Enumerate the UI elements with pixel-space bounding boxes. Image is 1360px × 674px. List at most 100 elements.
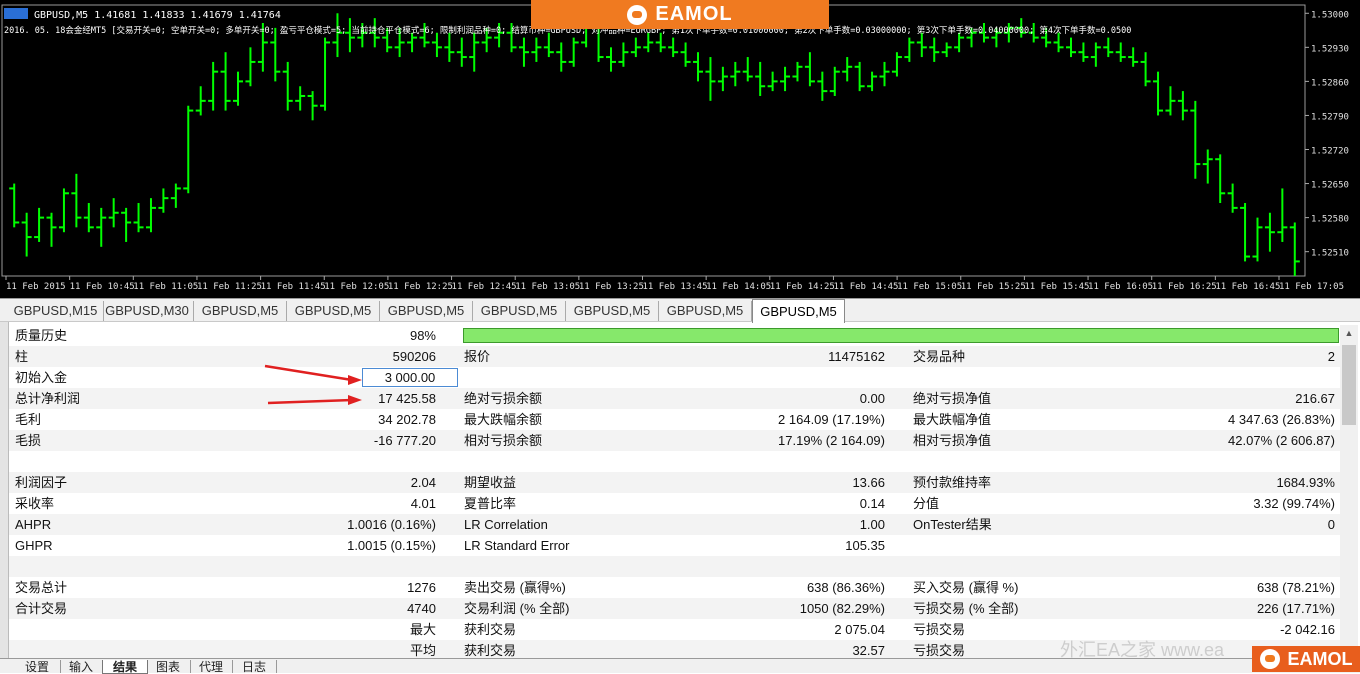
quality-label: 质量历史: [15, 328, 68, 343]
price-label: 1.52930: [1311, 44, 1349, 54]
chart-tab-6[interactable]: GBPUSD,M5: [473, 301, 566, 321]
lr-std-error-value: 105.35: [845, 538, 885, 553]
time-label: 11 Feb 14:25: [770, 282, 835, 292]
scroll-up-icon[interactable]: ▲: [1340, 325, 1358, 341]
price-bar: [767, 71, 778, 92]
loss-trades-label: 亏损交易 (% 全部): [913, 601, 1019, 616]
time-label: 11 Feb 13:45: [643, 282, 708, 292]
gross-profit-label: 毛利: [15, 412, 42, 427]
price-bar: [717, 66, 728, 92]
bottom-tab-6[interactable]: 日志: [232, 660, 277, 674]
price-bar: [1078, 42, 1089, 62]
ahpr-value: 1.0016 (0.16%): [347, 517, 436, 532]
chart-tab-4[interactable]: GBPUSD,M5: [287, 301, 380, 321]
gross-loss-value: -16 777.20: [373, 433, 436, 448]
price-bar: [183, 105, 194, 194]
price-bar: [842, 57, 853, 82]
price-chart[interactable]: 1.53000 1.52930 1.52860 1.52790 1.52720 1.526…: [0, 0, 1360, 298]
price-label: 1.52580: [1311, 215, 1349, 225]
price-bar: [730, 61, 741, 87]
net-profit-value: 17 425.58: [378, 391, 436, 406]
price-bar: [195, 86, 206, 116]
price-bar: [295, 86, 306, 111]
chart-tab-8[interactable]: GBPUSD,M5: [659, 301, 752, 321]
price-bar: [108, 198, 119, 228]
price-bar: [444, 32, 455, 62]
price-bar: [1177, 91, 1188, 121]
time-label: 11 Feb 13:05: [515, 282, 580, 292]
gross-profit-value: 34 202.78: [378, 412, 436, 427]
price-bar: [208, 61, 219, 111]
row-spacer-1: [9, 451, 1340, 472]
chart-tab-1[interactable]: GBPUSD,M15: [8, 301, 104, 321]
chart-tab-7[interactable]: GBPUSD,M5: [566, 301, 659, 321]
time-label: 11 Feb 15:25: [961, 282, 1026, 292]
row-bars: 柱 590206 报价 11475162 交易品种 2: [9, 346, 1340, 367]
bottom-tab-2[interactable]: 输入: [60, 660, 103, 674]
price-bar: [1115, 42, 1126, 62]
bottom-tab-5[interactable]: 代理: [190, 660, 233, 674]
lr-std-error-label: LR Standard Error: [464, 538, 570, 553]
net-profit-label: 总计净利润: [15, 391, 81, 406]
ticks-value: 11475162: [828, 349, 885, 364]
time-label: 11 Feb 14:05: [706, 282, 771, 292]
price-bar: [83, 203, 94, 233]
price-bar: [829, 66, 840, 96]
price-bar: [46, 212, 57, 247]
time-label: 11 Feb 12:25: [388, 282, 453, 292]
price-bar: [792, 61, 803, 82]
price-bar: [431, 32, 442, 58]
abs-dd-equity-label: 绝对亏损净值: [913, 391, 992, 406]
bottom-tab-4[interactable]: 图表: [146, 660, 191, 674]
price-label: 1.52510: [1311, 249, 1349, 259]
eamol-logo-icon: [627, 4, 648, 25]
brand-banner-bottom: EAMOL: [1252, 646, 1360, 672]
ontester-label: OnTester结果: [913, 517, 992, 532]
sharpe-value: 0.14: [859, 496, 885, 511]
bars-value: 590206: [392, 349, 436, 364]
price-bar: [941, 42, 952, 58]
price-bar: [1252, 217, 1263, 262]
short-trades-value: 638 (86.36%): [806, 580, 885, 595]
chart-tab-5[interactable]: GBPUSD,M5: [380, 301, 473, 321]
chart-tab-2[interactable]: GBPUSD,M30: [101, 301, 194, 321]
price-bar: [618, 42, 629, 67]
ontester-value: 0: [1327, 517, 1335, 532]
row-spacer-2: [9, 556, 1340, 577]
price-bar: [817, 71, 828, 101]
ahpr-label: AHPR: [15, 517, 52, 532]
bottom-tab-1[interactable]: 设置: [14, 660, 61, 674]
price-bar: [668, 37, 679, 58]
price-bar: [121, 207, 132, 242]
price-bar: [1264, 212, 1275, 252]
time-label: 11 Feb 16:25: [1152, 282, 1217, 292]
brand-name-top: EAMOL: [655, 3, 733, 25]
price-bar: [1140, 52, 1151, 87]
profit-factor-value: 2.04: [410, 475, 436, 490]
price-bar: [34, 207, 45, 242]
deposit-value-cell[interactable]: 3 000.00: [362, 368, 458, 387]
price-bar: [1215, 154, 1226, 204]
time-label: 11 Feb 12:05: [324, 282, 389, 292]
scroll-thumb[interactable]: [1342, 345, 1356, 425]
row-profit-factor: 利润因子 2.04 期望收益 13.66 预付款维持率 1684.93%: [9, 472, 1340, 493]
chart-window-icon: [4, 8, 28, 19]
results-scrollbar[interactable]: ▲ ▼: [1340, 325, 1358, 661]
row-gross-loss: 毛损 -16 777.20 相对亏损余额 17.19% (2 164.09) 相…: [9, 430, 1340, 451]
price-bar: [891, 52, 902, 77]
rel-dd-balance-label: 相对亏损余额: [464, 433, 543, 448]
chart-tab-9[interactable]: GBPUSD,M5: [752, 299, 845, 323]
price-label: 1.52790: [1311, 112, 1349, 122]
chart-tab-3[interactable]: GBPUSD,M5: [194, 301, 287, 321]
lr-correlation-label: LR Correlation: [464, 517, 548, 532]
time-label: 11 Feb 11:25: [197, 282, 262, 292]
price-bar: [21, 212, 32, 257]
quality-value: 98%: [409, 328, 436, 343]
symbols-value: 2: [1327, 349, 1335, 364]
recovery-label: 采收率: [15, 496, 55, 511]
price-bar: [854, 61, 865, 92]
time-label: 11 Feb 10:45: [70, 282, 135, 292]
profit-trades-value: 1050 (82.29%): [799, 601, 885, 616]
ghpr-label: GHPR: [15, 538, 53, 553]
price-bar: [867, 71, 878, 92]
